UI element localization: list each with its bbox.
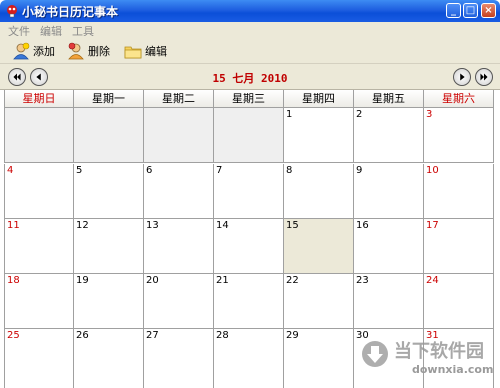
day-number: 8: [286, 165, 293, 176]
day-cell[interactable]: 28: [214, 329, 284, 388]
day-cell[interactable]: 16: [354, 219, 424, 274]
watermark: 当下软件园 downxia.com: [360, 335, 500, 385]
delete-user-icon: [68, 42, 84, 60]
day-number: 25: [7, 330, 20, 341]
day-number: 24: [426, 275, 439, 286]
day-cell[interactable]: 23: [354, 274, 424, 329]
app-icon: [7, 5, 17, 18]
empty-day-cell: [74, 108, 144, 163]
weekday-header: 星期三: [214, 90, 284, 108]
day-number: 6: [146, 165, 153, 176]
watermark-url: downxia.com: [412, 363, 494, 376]
day-number: 10: [426, 165, 439, 176]
day-cell[interactable]: 3: [424, 108, 494, 163]
day-number: 1: [286, 109, 293, 120]
next-year-icon[interactable]: [475, 68, 493, 86]
day-number: 16: [356, 220, 369, 231]
month-navigation: 15 七月 2010: [0, 64, 500, 90]
day-number: 26: [76, 330, 89, 341]
close-button[interactable]: ×: [481, 3, 496, 18]
day-cell[interactable]: 8: [284, 164, 354, 219]
day-cell[interactable]: 18: [4, 274, 74, 329]
day-cell[interactable]: 17: [424, 219, 494, 274]
empty-day-cell: [144, 108, 214, 163]
day-number: 19: [76, 275, 89, 286]
day-number: 4: [7, 165, 14, 176]
maximize-button[interactable]: □: [463, 3, 478, 18]
day-number: 3: [426, 109, 433, 120]
day-cell[interactable]: 20: [144, 274, 214, 329]
title-bar: 小秘书日历记事本 _ □ ×: [0, 0, 500, 22]
day-number: 12: [76, 220, 89, 231]
toolbar: 添加 删除 编辑: [0, 36, 500, 64]
day-cell[interactable]: 9: [354, 164, 424, 219]
day-cell[interactable]: 15: [284, 219, 354, 274]
day-cell[interactable]: 25: [4, 329, 74, 388]
day-number: 20: [146, 275, 159, 286]
weekday-header: 星期二: [144, 90, 214, 108]
day-cell[interactable]: 22: [284, 274, 354, 329]
day-number: 27: [146, 330, 159, 341]
day-number: 21: [216, 275, 229, 286]
day-number: 22: [286, 275, 299, 286]
empty-day-cell: [4, 108, 74, 163]
edit-button-label: 编辑: [145, 45, 167, 58]
day-cell[interactable]: 6: [144, 164, 214, 219]
day-cell[interactable]: 4: [4, 164, 74, 219]
day-cell[interactable]: 11: [4, 219, 74, 274]
weekday-header: 星期一: [74, 90, 144, 108]
day-cell[interactable]: 5: [74, 164, 144, 219]
day-number: 2: [356, 109, 363, 120]
weekday-header: 星期六: [424, 90, 494, 108]
add-user-icon: [13, 42, 30, 60]
next-month-icon[interactable]: [453, 68, 471, 86]
day-number: 18: [7, 275, 20, 286]
delete-button-label: 删除: [88, 45, 110, 58]
folder-icon: [124, 46, 142, 59]
day-cell[interactable]: 24: [424, 274, 494, 329]
day-cell[interactable]: 12: [74, 219, 144, 274]
watermark-text: 当下软件园: [394, 341, 484, 362]
day-number: 28: [216, 330, 229, 341]
day-cell[interactable]: 1: [284, 108, 354, 163]
day-number: 29: [286, 330, 299, 341]
current-date-title: 15 七月 2010: [212, 72, 288, 85]
day-cell[interactable]: 7: [214, 164, 284, 219]
day-cell[interactable]: 26: [74, 329, 144, 388]
day-number: 11: [7, 220, 20, 231]
day-cell[interactable]: 27: [144, 329, 214, 388]
weekday-header: 星期四: [284, 90, 354, 108]
add-button[interactable]: 添加: [12, 41, 55, 61]
weekday-header: 星期日: [4, 90, 74, 108]
day-number: 5: [76, 165, 83, 176]
day-cell[interactable]: 13: [144, 219, 214, 274]
day-cell[interactable]: 2: [354, 108, 424, 163]
day-cell[interactable]: 14: [214, 219, 284, 274]
day-cell[interactable]: 19: [74, 274, 144, 329]
menu-bar: 文件 编辑 工具: [0, 22, 500, 38]
day-number: 15: [286, 220, 299, 231]
day-number: 14: [216, 220, 229, 231]
day-cell[interactable]: 10: [424, 164, 494, 219]
minimize-button[interactable]: _: [446, 3, 461, 18]
day-cell[interactable]: 21: [214, 274, 284, 329]
edit-button[interactable]: 编辑: [124, 41, 167, 61]
empty-day-cell: [214, 108, 284, 163]
add-button-label: 添加: [33, 45, 55, 58]
day-number: 7: [216, 165, 223, 176]
day-number: 13: [146, 220, 159, 231]
day-number: 17: [426, 220, 439, 231]
window-title: 小秘书日历记事本: [22, 5, 119, 19]
day-number: 9: [356, 165, 363, 176]
day-number: 23: [356, 275, 369, 286]
weekday-header: 星期五: [354, 90, 424, 108]
download-logo-icon: [362, 341, 388, 367]
day-cell[interactable]: 29: [284, 329, 354, 388]
delete-button[interactable]: 删除: [67, 41, 110, 61]
